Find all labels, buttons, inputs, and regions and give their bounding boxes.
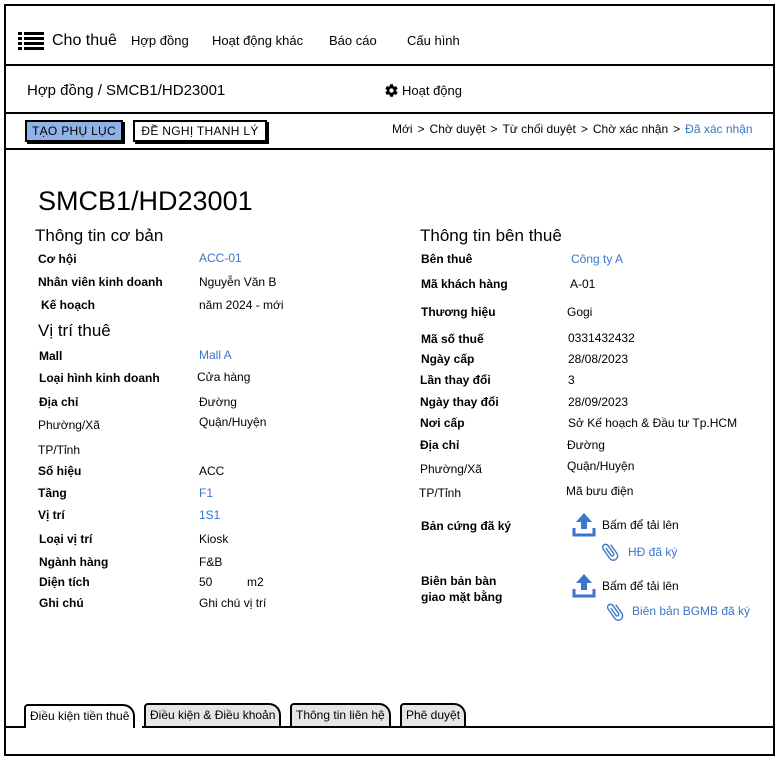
mall-link[interactable]: Mall A bbox=[199, 348, 232, 362]
status-step: Từ chối duyệt bbox=[502, 122, 576, 136]
change-date-value: 28/09/2023 bbox=[568, 395, 629, 409]
plan-label: Kế hoạch bbox=[41, 298, 96, 312]
nav-item-settings[interactable]: Cấu hình bbox=[407, 33, 460, 48]
nav-item-other-activities[interactable]: Hoạt động khác bbox=[212, 33, 303, 48]
signed-copy-label: Bản cứng đã ký bbox=[421, 519, 512, 533]
tax-code-label: Mã số thuế bbox=[421, 332, 484, 346]
chevron-right-icon: > bbox=[417, 122, 425, 136]
number-label: Số hiệu bbox=[38, 464, 82, 478]
page-title: SMCB1/HD23001 bbox=[38, 186, 253, 216]
customer-code-label: Mã khách hàng bbox=[421, 277, 508, 291]
create-appendix-button[interactable]: TẠO PHỤ LỤC bbox=[25, 120, 123, 142]
section-title-location: Vị trí thuê bbox=[38, 321, 111, 340]
position-type-label: Loại vị trí bbox=[39, 532, 93, 546]
address-value: Đường bbox=[199, 395, 237, 409]
number-value: ACC bbox=[199, 464, 225, 478]
issuer-label: Nơi cấp bbox=[420, 416, 465, 430]
upload-icon[interactable] bbox=[572, 573, 596, 599]
tenant-link[interactable]: Công ty A bbox=[571, 252, 623, 266]
handover-label: Biên bản bàn giao mặt bằng bbox=[421, 573, 502, 605]
tenant-address-label: Địa chỉ bbox=[420, 438, 460, 452]
province-label: TP/Tỉnh bbox=[38, 443, 81, 457]
upload-button-label[interactable]: Bấm để tải lên bbox=[602, 579, 679, 593]
address-label: Địa chỉ bbox=[39, 395, 79, 409]
tenant-address-value: Đường bbox=[567, 438, 605, 452]
tenant-ward-label: Phường/Xã bbox=[420, 462, 482, 476]
plan-value: năm 2024 - mới bbox=[199, 298, 284, 312]
divider bbox=[4, 726, 24, 728]
tax-code-value: 0331432432 bbox=[568, 331, 635, 345]
note-value: Ghi chú vị trí bbox=[199, 596, 267, 610]
divider bbox=[4, 148, 775, 150]
handover-label-line: Biên bản bàn bbox=[421, 574, 497, 588]
issue-date-label: Ngày cấp bbox=[421, 352, 475, 366]
upload-button-label[interactable]: Bấm để tải lên bbox=[602, 518, 679, 532]
opportunity-label: Cơ hội bbox=[38, 252, 77, 266]
postal-code-value: Mã bưu điện bbox=[566, 484, 634, 498]
business-type-label: Loại hình kinh doanh bbox=[39, 371, 160, 385]
handover-label-line: giao mặt bằng bbox=[421, 590, 503, 604]
ward-label: Phường/Xã bbox=[38, 418, 100, 432]
nav-item-reports[interactable]: Báo cáo bbox=[329, 33, 377, 48]
brand-label: Thương hiệu bbox=[421, 305, 496, 319]
change-date-label: Ngày thay đổi bbox=[420, 395, 499, 409]
ward-value: Quận/Huyện bbox=[199, 415, 267, 429]
propose-liquidation-button[interactable]: ĐỀ NGHỊ THANH LÝ bbox=[133, 120, 267, 142]
paperclip-icon bbox=[599, 541, 621, 563]
tab-rent-conditions[interactable]: Điều kiện tiền thuê bbox=[24, 704, 136, 728]
opportunity-link[interactable]: ACC-01 bbox=[199, 251, 242, 265]
position-link[interactable]: 1S1 bbox=[199, 508, 220, 522]
divider bbox=[4, 112, 775, 114]
sales-label: Nhân viên kinh doanh bbox=[38, 275, 163, 289]
sales-value: Nguyễn Văn B bbox=[199, 275, 277, 289]
handover-file-link[interactable]: Biên bản BGMB đã ký bbox=[632, 604, 750, 618]
divider bbox=[142, 726, 775, 728]
issuer-value: Sở Kế hoạch & Đầu tư Tp.HCM bbox=[568, 416, 738, 430]
tab-approval[interactable]: Phê duyệt bbox=[400, 703, 467, 727]
app-title[interactable]: Cho thuê bbox=[52, 32, 117, 50]
position-label: Vị trí bbox=[38, 508, 65, 522]
issue-date-value: 28/08/2023 bbox=[568, 352, 629, 366]
chevron-right-icon: > bbox=[673, 122, 681, 136]
mall-label: Mall bbox=[39, 349, 63, 363]
note-label: Ghi chú bbox=[39, 596, 84, 610]
tenant-province-label: TP/Tỉnh bbox=[419, 486, 462, 500]
change-count-label: Lần thay đổi bbox=[420, 373, 491, 387]
gear-icon[interactable] bbox=[384, 83, 399, 98]
breadcrumb: Hợp đồng / SMCB1/HD23001 bbox=[27, 82, 226, 99]
brand-value: Gogi bbox=[567, 305, 593, 319]
chevron-right-icon: > bbox=[580, 122, 588, 136]
tenant-label: Bên thuê bbox=[421, 252, 473, 266]
industry-label: Ngành hàng bbox=[39, 555, 109, 569]
tenant-ward-value: Quận/Huyện bbox=[567, 459, 635, 473]
paperclip-icon bbox=[604, 601, 626, 623]
area-value: 50 bbox=[199, 575, 213, 589]
tab-contact-info[interactable]: Thông tin liên hệ bbox=[290, 703, 391, 727]
status-steps: Mới > Chờ duyệt > Từ chối duyệt > Chờ xá… bbox=[392, 122, 753, 136]
signed-file-link[interactable]: HĐ đã ký bbox=[628, 545, 677, 559]
menu-icon[interactable] bbox=[18, 31, 44, 51]
industry-value: F&B bbox=[199, 555, 223, 569]
status-step-current: Đã xác nhận bbox=[685, 122, 753, 136]
divider bbox=[4, 64, 775, 66]
section-title-tenant: Thông tin bên thuê bbox=[420, 226, 562, 245]
status-step: Chờ xác nhận bbox=[592, 122, 669, 136]
tab-terms[interactable]: Điều kiện & Điều khoản bbox=[144, 703, 282, 727]
status-step: Chờ duyệt bbox=[429, 122, 486, 136]
position-type-value: Kiosk bbox=[199, 532, 229, 546]
customer-code-value: A-01 bbox=[570, 277, 596, 291]
section-title-basic-info: Thông tin cơ bản bbox=[35, 226, 164, 245]
status-step: Mới bbox=[392, 122, 413, 136]
nav-item-contracts[interactable]: Hợp đồng bbox=[131, 33, 189, 48]
area-label: Diện tích bbox=[39, 575, 90, 589]
area-unit: m2 bbox=[247, 575, 264, 589]
upload-icon[interactable] bbox=[572, 512, 596, 538]
change-count-value: 3 bbox=[568, 373, 575, 387]
business-type-value: Cửa hàng bbox=[197, 370, 251, 384]
floor-label: Tầng bbox=[38, 486, 67, 500]
chevron-right-icon: > bbox=[490, 122, 498, 136]
floor-link[interactable]: F1 bbox=[199, 486, 213, 500]
activity-link[interactable]: Hoạt động bbox=[402, 83, 462, 98]
